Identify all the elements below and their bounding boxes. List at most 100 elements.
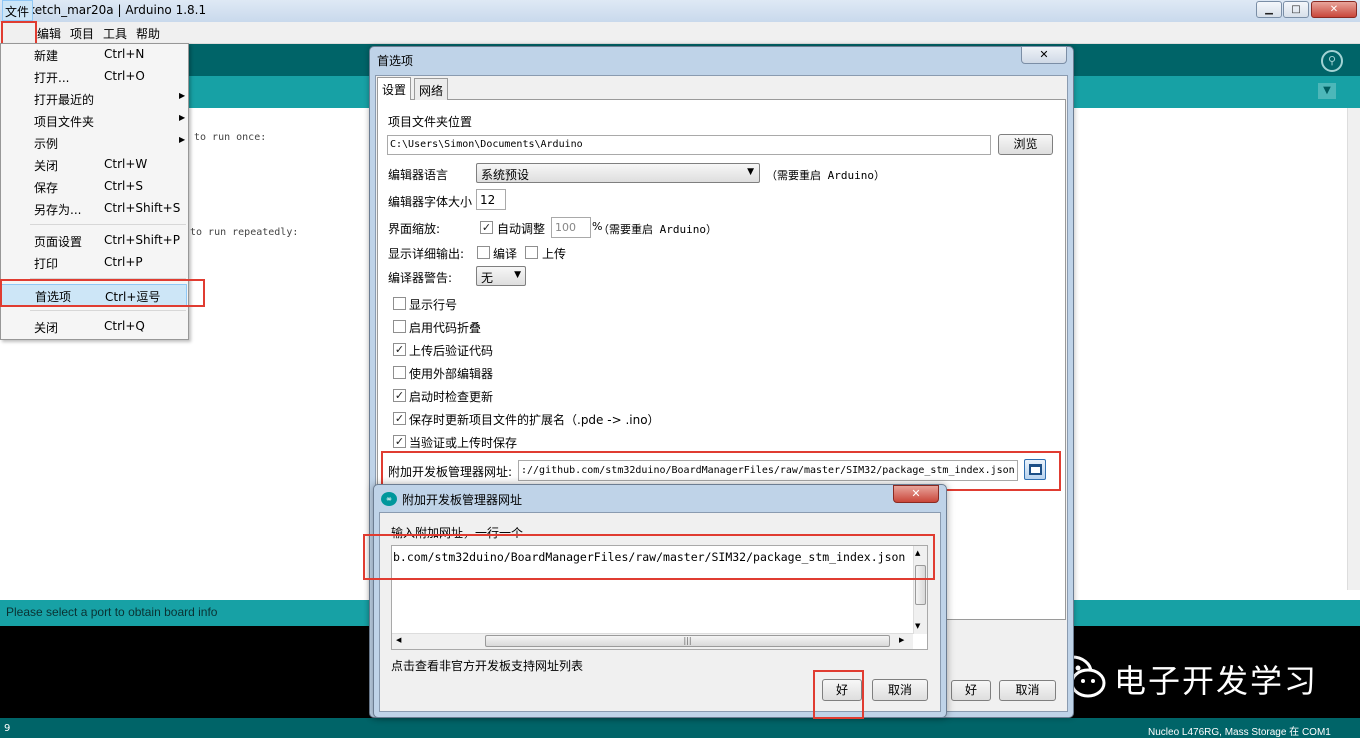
menu-item-shortcut: Ctrl+Q [104, 319, 145, 333]
submenu-arrow-icon: ▶ [179, 135, 186, 144]
menu-file-label: 文件 [5, 5, 30, 19]
menu-item-label: 项目文件夹 [34, 115, 95, 129]
watermark-text: 电子开发学习 [1114, 662, 1319, 700]
language-value: 系统预设 [481, 168, 530, 182]
preferences-ok-button[interactable]: 好 [951, 680, 991, 701]
menu-edit[interactable]: 编辑 [37, 25, 61, 42]
verify-after-upload-checkbox[interactable]: ✓ [393, 343, 406, 356]
warnings-value: 无 [481, 271, 494, 285]
menu-item-label: 打印 [34, 257, 59, 271]
tab-settings[interactable]: 设置 [377, 77, 412, 100]
option-label: 当验证或上传时保存 [409, 436, 518, 450]
sketchbook-path-input[interactable]: C:\Users\Simon\Documents\Arduino [387, 135, 991, 155]
auto-scale-label: 自动调整 [497, 222, 546, 236]
warnings-select[interactable]: 无 ▼ [476, 266, 526, 286]
verbose-upload-checkbox[interactable] [525, 246, 538, 259]
font-size-input[interactable]: 12 [476, 189, 506, 210]
board-info: Nucleo L476RG, Mass Storage 在 COM1 [1148, 727, 1331, 738]
submenu-arrow-icon: ▶ [179, 113, 186, 122]
preferences-cancel-button[interactable]: 取消 [999, 680, 1056, 701]
highlight-box-preferences [0, 279, 205, 307]
menu-item-label: 关闭 [34, 159, 59, 173]
menu-item-label: 关闭 [34, 321, 59, 335]
verbose-label: 显示详细输出: [388, 247, 465, 261]
scroll-left-icon[interactable]: ◀ [396, 636, 401, 644]
menu-item-shortcut: Ctrl+O [104, 69, 145, 83]
tab-menu-icon[interactable]: ▼ [1318, 83, 1336, 99]
menu-item-label: 打开最近的 [34, 93, 95, 107]
unofficial-boards-link[interactable]: 点击查看非官方开发板支持网址列表 [391, 657, 583, 674]
preferences-close-button[interactable]: ✕ [1021, 46, 1067, 64]
warnings-label: 编译器警告: [388, 271, 453, 285]
additional-urls-close-button[interactable]: ✕ [893, 485, 939, 503]
additional-urls-title: 附加开发板管理器网址 [402, 493, 523, 507]
menu-item-label: 新建 [34, 49, 59, 63]
scroll-down-icon[interactable]: ▼ [915, 622, 920, 630]
menu-bar [0, 22, 1360, 44]
tab-network[interactable]: 网络 [414, 78, 449, 100]
menu-item-shortcut: Ctrl+S [104, 179, 144, 193]
file-menu-examples[interactable]: 示例 ▶ [1, 132, 187, 154]
file-menu-print[interactable]: 打印 Ctrl+P [1, 252, 187, 274]
menu-separator [30, 224, 186, 225]
submenu-arrow-icon: ▶ [179, 91, 186, 100]
status-message: Please select a port to obtain board inf… [6, 605, 218, 619]
option-label: 显示行号 [409, 298, 458, 312]
highlight-box-file-menu [1, 21, 37, 45]
line-number: 9 [4, 723, 11, 734]
menu-help[interactable]: 帮助 [136, 25, 160, 42]
verbose-compile-checkbox[interactable] [477, 246, 490, 259]
file-menu-new[interactable]: 新建 Ctrl+N [1, 44, 187, 66]
option-label: 保存时更新项目文件的扩展名（.pde -> .ino） [409, 413, 660, 427]
code-line-loop-comment: to run repeatedly: [190, 227, 299, 238]
file-menu-open[interactable]: 打开... Ctrl+O [1, 66, 187, 88]
menu-item-label: 保存 [34, 181, 59, 195]
show-line-numbers-checkbox[interactable] [393, 297, 406, 310]
window-title: sketch_mar20a | Arduino 1.8.1 [22, 3, 207, 17]
option-label: 启动时检查更新 [409, 390, 494, 404]
urls-cancel-button[interactable]: 取消 [872, 679, 928, 701]
file-menu-page-setup[interactable]: 页面设置 Ctrl+Shift+P [1, 230, 187, 252]
file-menu-open-recent[interactable]: 打开最近的 ▶ [1, 88, 187, 110]
menu-item-label: 打开... [34, 71, 70, 85]
chevron-down-icon: ▼ [747, 167, 754, 177]
horizontal-scroll-thumb[interactable]: ||| [485, 635, 890, 647]
verbose-compile-label: 编译 [493, 247, 518, 261]
close-window-button[interactable]: ✕ [1311, 1, 1357, 18]
scale-label: 界面缩放: [388, 222, 441, 236]
language-select[interactable]: 系统预设 ▼ [476, 163, 760, 183]
code-folding-checkbox[interactable] [393, 320, 406, 333]
font-size-label: 编辑器字体大小 [388, 195, 473, 209]
highlight-box-ok-button [813, 670, 864, 719]
menu-tools[interactable]: 工具 [103, 25, 127, 42]
menu-sketch[interactable]: 项目 [70, 25, 94, 42]
file-menu-sketchbook[interactable]: 项目文件夹 ▶ [1, 110, 187, 132]
menu-separator [30, 310, 186, 311]
menu-file[interactable]: 文件 [2, 0, 33, 21]
editor-scrollbar[interactable] [1347, 108, 1360, 590]
update-extension-checkbox[interactable]: ✓ [393, 412, 406, 425]
file-menu-save-as[interactable]: 另存为... Ctrl+Shift+S [1, 198, 187, 220]
maximize-button[interactable]: □ [1283, 1, 1309, 18]
file-menu-close[interactable]: 关闭 Ctrl+W [1, 154, 187, 176]
file-menu-save[interactable]: 保存 Ctrl+S [1, 176, 187, 198]
chevron-down-icon: ▼ [514, 270, 521, 280]
external-editor-checkbox[interactable] [393, 366, 406, 379]
scroll-right-icon[interactable]: ▶ [899, 636, 904, 644]
save-on-verify-checkbox[interactable]: ✓ [393, 435, 406, 448]
arduino-logo-icon: ∞ [381, 492, 397, 506]
file-menu-quit[interactable]: 关闭 Ctrl+Q [1, 316, 187, 338]
verbose-upload-label: 上传 [542, 247, 567, 261]
minimize-button[interactable]: ▁ [1256, 1, 1282, 18]
menu-item-shortcut: Ctrl+N [104, 47, 145, 61]
language-restart-note: （需要重启 Arduino） [766, 169, 885, 182]
menu-item-label: 另存为... [34, 203, 82, 217]
browse-button[interactable]: 浏览 [998, 134, 1053, 155]
menu-item-label: 页面设置 [34, 235, 83, 249]
scale-input[interactable]: 100 [551, 217, 591, 238]
option-label: 启用代码折叠 [409, 321, 482, 335]
check-updates-checkbox[interactable]: ✓ [393, 389, 406, 402]
menu-item-shortcut: Ctrl+Shift+S [104, 201, 181, 215]
auto-scale-checkbox[interactable]: ✓ [480, 221, 493, 234]
serial-monitor-icon[interactable]: ⚲ [1321, 50, 1343, 72]
